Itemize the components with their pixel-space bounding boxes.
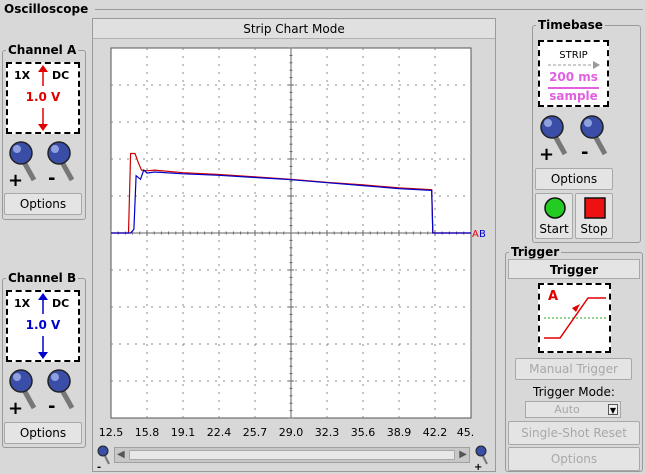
start-button[interactable]: Start	[535, 193, 573, 239]
scroll-right-icon[interactable]: ▶	[459, 449, 467, 460]
svg-text:+: +	[474, 462, 482, 470]
zoom-in-corner-icon[interactable]: +	[473, 444, 489, 473]
timebase-zoom-out-icon[interactable]: -	[577, 114, 609, 160]
start-icon	[544, 197, 566, 219]
timebase-display: STRIP 200 ms sample	[538, 40, 609, 107]
x-tick-label: 35.6	[350, 426, 376, 439]
channel-a-volts: 1.0 V	[25, 90, 61, 104]
channel-b-coupling: DC	[52, 297, 70, 310]
x-tick-label: 15.8	[134, 426, 160, 439]
manual-trigger-button[interactable]: Manual Trigger	[515, 358, 632, 380]
x-tick-label: 25.7	[242, 426, 268, 439]
chevron-down-icon[interactable]: ▼	[608, 404, 618, 415]
svg-text:+: +	[8, 170, 23, 186]
x-tick-label: 19.1	[170, 426, 196, 439]
channel-b-probe: 1X	[14, 297, 31, 310]
x-tick-label: 42.2	[422, 426, 448, 439]
timebase-rate: 200 ms	[549, 70, 598, 84]
svg-text:-: -	[48, 396, 55, 414]
channel-a-display: 1X DC 1.0 V	[6, 62, 80, 134]
timebase-zoom-in-icon[interactable]: +	[537, 114, 569, 160]
title-rule	[95, 9, 643, 10]
trigger-mode-select[interactable]: Auto ▼	[525, 401, 621, 418]
channel-a-title: Channel A	[6, 43, 79, 57]
stop-button[interactable]: Stop	[575, 193, 613, 239]
trigger-display: A	[538, 283, 611, 353]
zoom-out-corner-icon[interactable]: -	[95, 444, 111, 473]
channel-a-probe: 1X	[14, 69, 31, 82]
trigger-options-button[interactable]: Options	[508, 447, 640, 471]
x-tick-label: 32.3	[314, 426, 340, 439]
scroll-thumb[interactable]	[129, 450, 455, 460]
trigger-header: Trigger	[508, 259, 640, 279]
channel-b-volts: 1.0 V	[25, 318, 61, 332]
channel-b-zoom-out-icon[interactable]: -	[44, 368, 76, 414]
channel-b-title: Channel B	[6, 271, 79, 285]
timebase-options-button[interactable]: Options	[535, 168, 613, 190]
trigger-mode-label: Trigger Mode:	[533, 385, 615, 399]
window-title: Oscilloscope	[4, 2, 89, 16]
trigger-mode-value: Auto	[554, 403, 580, 416]
scroll-left-icon[interactable]: ◀	[117, 449, 125, 460]
svg-text:-: -	[97, 462, 101, 470]
channel-b-zoom-in-icon[interactable]: +	[6, 368, 38, 414]
strip-arrow-icon	[548, 61, 600, 69]
start-label: Start	[539, 222, 569, 236]
svg-text:+: +	[539, 144, 554, 160]
channel-b-display: 1X DC 1.0 V	[6, 290, 80, 362]
x-tick-label: 38.9	[386, 426, 412, 439]
timebase-unit: sample	[549, 89, 598, 103]
stop-label: Stop	[580, 222, 608, 236]
channel-a-zoom-in-icon[interactable]: +	[6, 140, 38, 186]
trigger-title: Trigger	[509, 245, 562, 259]
timebase-title: Timebase	[536, 18, 605, 32]
x-tick-label: 22.4	[206, 426, 232, 439]
channel-a-zoom-out-icon[interactable]: -	[44, 140, 76, 186]
x-tick-label: 12.5	[98, 426, 124, 439]
channel-a-coupling: DC	[52, 69, 70, 82]
svg-text:+: +	[8, 398, 23, 414]
x-tick-label: 29.0	[278, 426, 304, 439]
svg-text:-: -	[48, 168, 55, 186]
svg-text:-: -	[581, 142, 588, 160]
h-scrollbar[interactable]: ◀ ▶	[114, 447, 470, 463]
scope-plot[interactable]: AB	[110, 44, 488, 422]
mode-title: Strip Chart Mode	[93, 19, 495, 39]
stop-icon	[584, 197, 606, 219]
channel-a-options-button[interactable]: Options	[4, 193, 82, 215]
marker-b: B	[479, 229, 486, 240]
x-tick-label: 45.	[456, 426, 475, 439]
marker-a: A	[472, 229, 479, 240]
trigger-edge-icon	[544, 297, 606, 339]
single-shot-reset-button[interactable]: Single-Shot Reset	[508, 421, 640, 445]
timebase-mode: STRIP	[559, 50, 588, 61]
